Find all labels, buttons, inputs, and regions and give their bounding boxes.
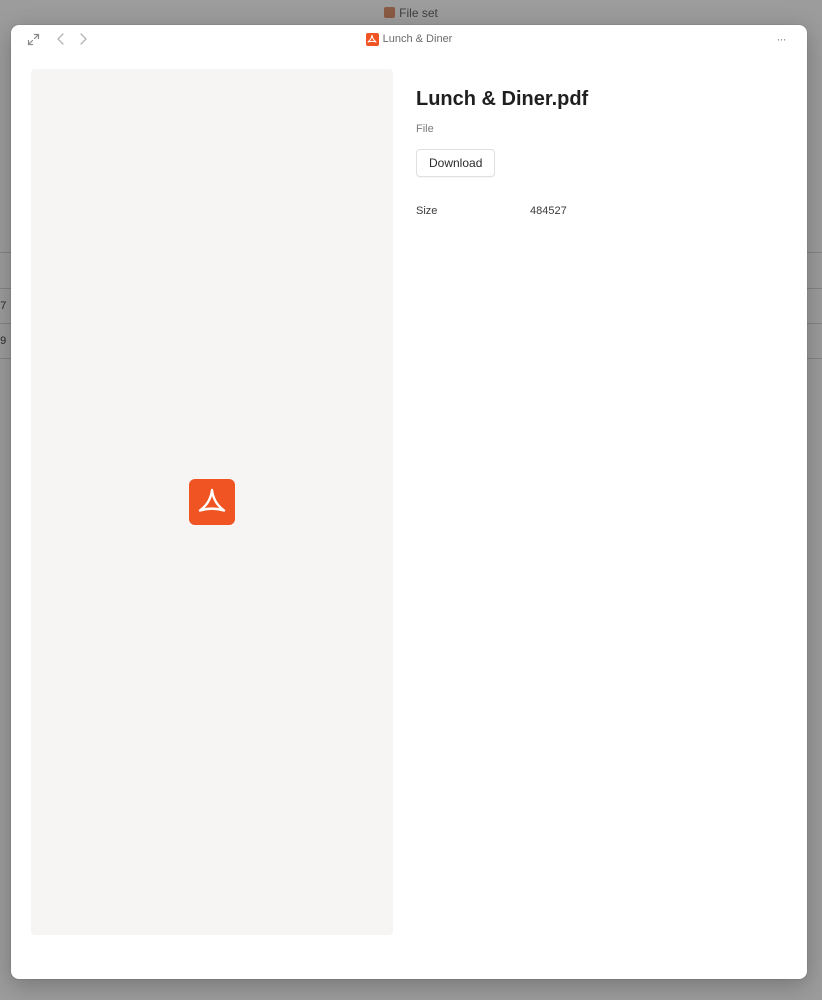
- property-label: Size: [416, 205, 438, 217]
- background-title-label: File set: [399, 6, 438, 20]
- download-button[interactable]: Download: [416, 149, 496, 177]
- file-preview-modal: Lunch & Diner ··· Lunch & Diner.pdf File…: [11, 25, 807, 979]
- background-cell: 527: [0, 300, 7, 312]
- more-options-button[interactable]: ···: [773, 31, 789, 47]
- file-details: Lunch & Diner.pdf File Download Size 484…: [416, 85, 786, 217]
- modal-title: Lunch & Diner: [11, 25, 807, 53]
- file-name: Lunch & Diner.pdf: [416, 88, 589, 110]
- background-title: File set: [0, 6, 822, 20]
- file-type-label: File: [416, 123, 434, 135]
- background-cell: 79: [0, 335, 7, 347]
- property-row-size: Size 484527: [416, 205, 786, 217]
- modal-topbar: Lunch & Diner ···: [11, 25, 807, 53]
- more-horizontal-icon: ···: [776, 32, 787, 46]
- folder-icon: [384, 7, 396, 18]
- file-preview-pane: [31, 69, 393, 935]
- property-value: 484527: [530, 205, 567, 217]
- pdf-icon: [189, 479, 235, 525]
- pdf-icon: [365, 32, 379, 46]
- modal-title-text: Lunch & Diner: [382, 33, 453, 45]
